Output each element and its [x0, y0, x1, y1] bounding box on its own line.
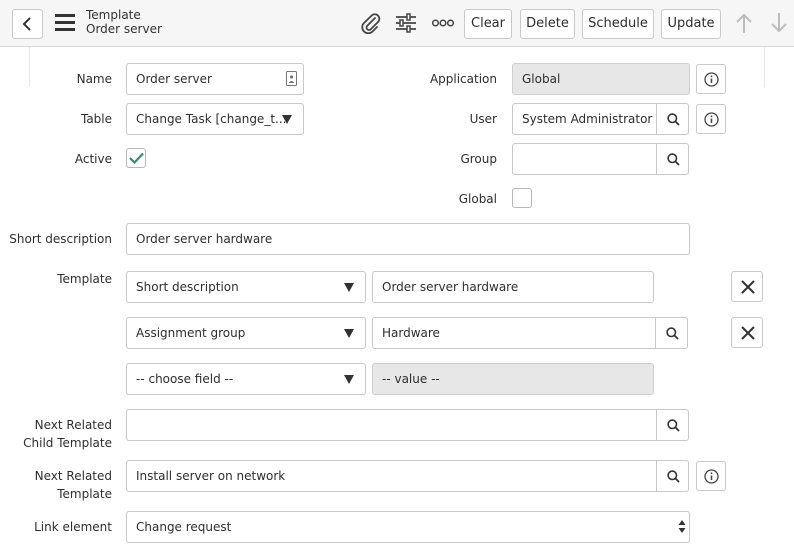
user-label: User — [469, 112, 497, 126]
template-value-field[interactable]: Hardware — [372, 317, 656, 349]
right-gutter — [764, 47, 794, 87]
template-value-field[interactable]: Order server hardware — [372, 271, 654, 303]
back-icon — [22, 17, 31, 31]
next-related-child-field[interactable] — [126, 409, 658, 441]
remove-row-button[interactable] — [731, 271, 763, 302]
search-icon — [667, 153, 680, 166]
template-field-select[interactable]: Short description — [126, 271, 366, 303]
name-label: Name — [76, 72, 112, 86]
back-button[interactable] — [12, 9, 43, 39]
global-checkbox[interactable] — [512, 188, 532, 208]
arrow-down-icon[interactable] — [769, 12, 789, 34]
schedule-button[interactable]: Schedule — [582, 9, 654, 39]
active-label: Active — [74, 152, 112, 166]
template-value-field: -- value -- — [372, 363, 654, 395]
link-element-select[interactable]: Change request — [126, 511, 690, 543]
arrow-up-icon[interactable] — [734, 12, 754, 34]
close-icon — [741, 326, 755, 340]
next-related-child-label-line2: Child Template — [23, 436, 112, 450]
template-value-lookup-button[interactable] — [655, 317, 688, 349]
info-icon — [704, 72, 719, 87]
table-label: Table — [80, 112, 112, 126]
info-icon — [704, 112, 719, 127]
user-field[interactable]: System Administrator — [512, 103, 658, 135]
remove-row-button[interactable] — [731, 317, 763, 348]
link-element-label: Link element — [34, 520, 112, 534]
menu-icon[interactable] — [55, 14, 75, 31]
next-related-template-field[interactable]: Install server on network — [126, 460, 658, 492]
user-lookup-button[interactable] — [656, 103, 689, 135]
short-description-field[interactable]: Order server hardware — [126, 223, 690, 255]
user-info-button[interactable] — [696, 104, 726, 134]
template-field-select[interactable]: -- choose field -- — [126, 363, 366, 395]
chevron-down-icon — [344, 375, 354, 384]
table-select[interactable]: Change Task [change_t... — [126, 103, 304, 135]
global-label: Global — [458, 192, 497, 206]
group-label: Group — [460, 152, 497, 166]
info-icon — [704, 469, 719, 484]
application-field: Global — [512, 63, 690, 95]
more-icon[interactable] — [432, 18, 454, 28]
checkmark-icon — [129, 152, 144, 164]
next-related-template-label-line1: Next Related — [34, 469, 112, 483]
group-field[interactable] — [512, 143, 658, 175]
paperclip-icon[interactable] — [360, 12, 382, 34]
search-icon — [667, 470, 680, 483]
form-title: Template — [86, 8, 141, 22]
short-description-label: Short description — [9, 232, 112, 246]
group-lookup-button[interactable] — [656, 143, 689, 175]
template-field-select[interactable]: Assignment group — [126, 317, 366, 349]
application-label: Application — [429, 72, 497, 86]
form-header: Template Order server Clear Delete Sched… — [0, 0, 794, 47]
search-icon — [666, 327, 679, 340]
chevron-down-icon — [344, 283, 354, 292]
application-info-button[interactable] — [696, 64, 726, 94]
updown-arrows-icon — [678, 520, 686, 533]
chevron-down-icon — [282, 115, 292, 124]
search-icon — [667, 419, 680, 432]
name-field[interactable]: Order server — [126, 63, 304, 95]
clear-button[interactable]: Clear — [464, 9, 512, 39]
template-label: Template — [57, 272, 112, 286]
active-checkbox[interactable] — [126, 148, 146, 168]
next-related-child-lookup-button[interactable] — [656, 409, 689, 441]
next-related-template-lookup-button[interactable] — [656, 460, 689, 492]
form-subtitle: Order server — [86, 22, 162, 36]
update-button[interactable]: Update — [661, 9, 721, 39]
chevron-down-icon — [344, 329, 354, 338]
close-icon — [741, 280, 755, 294]
next-related-template-info-button[interactable] — [696, 461, 726, 491]
next-related-template-label-line2: Template — [57, 487, 112, 501]
next-related-child-label-line1: Next Related — [34, 418, 112, 432]
delete-button[interactable]: Delete — [520, 9, 575, 39]
translate-icon[interactable] — [286, 71, 297, 86]
sliders-icon[interactable] — [395, 12, 417, 34]
search-icon — [667, 113, 680, 126]
